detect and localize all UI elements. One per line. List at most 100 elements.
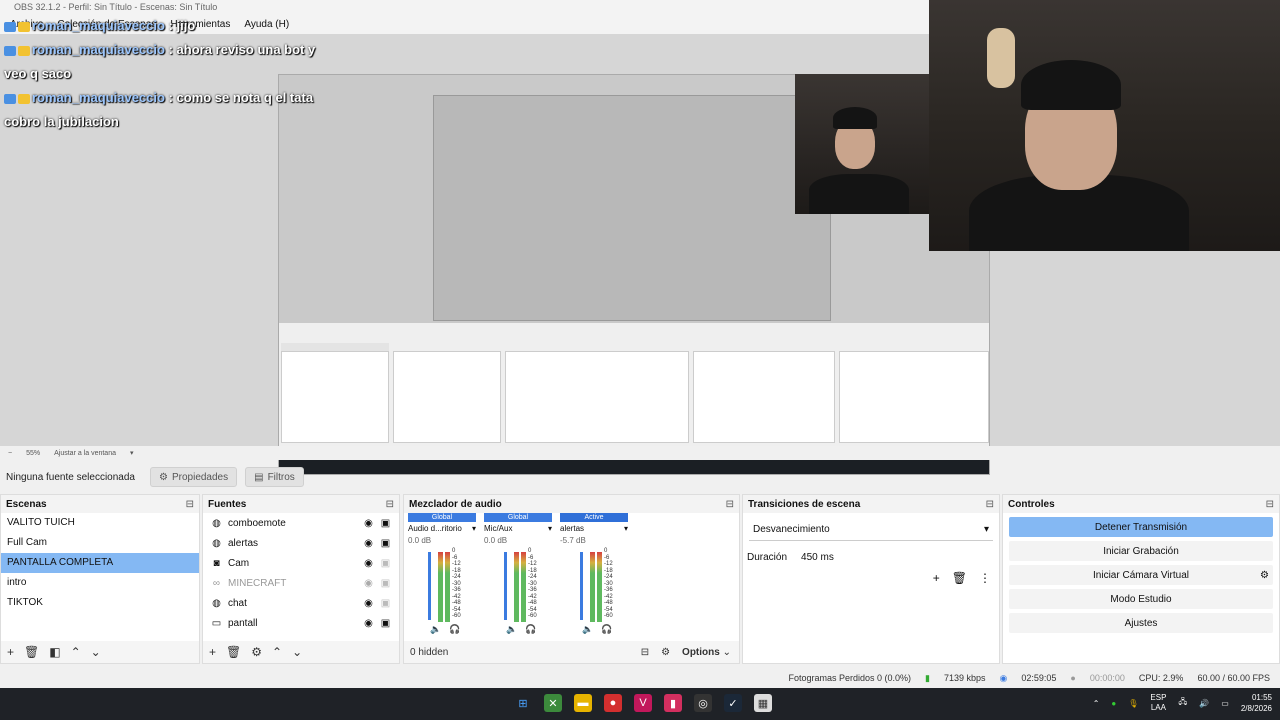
- zoom-minus[interactable]: −: [8, 450, 12, 457]
- start-recording-button[interactable]: Iniciar Grabación: [1009, 541, 1273, 561]
- add-icon[interactable]: +: [209, 645, 216, 659]
- down-icon[interactable]: ⌄: [91, 645, 101, 659]
- eye-icon[interactable]: ◉: [363, 558, 374, 569]
- stop-stream-button[interactable]: Detener Transmisión: [1009, 517, 1273, 537]
- chevron-down-icon[interactable]: ▾: [548, 522, 552, 536]
- zoom-fit[interactable]: Ajustar a la ventana: [54, 450, 116, 457]
- delete-icon[interactable]: 🗑: [952, 571, 967, 585]
- speaker-icon[interactable]: 🔈: [430, 624, 441, 638]
- mic-icon[interactable]: 🎙: [1128, 699, 1138, 708]
- scene-item[interactable]: VALITO TUICH: [1, 513, 199, 533]
- dock-menu-icon[interactable]: ⊟: [986, 499, 994, 510]
- headphones-icon[interactable]: 🎧: [601, 624, 612, 638]
- chevron-down-icon[interactable]: ▾: [472, 522, 476, 536]
- zoom-level[interactable]: 55%: [26, 450, 40, 457]
- source-item[interactable]: ◍ alertas ◉ ▣: [203, 533, 399, 553]
- network-icon[interactable]: 🖧: [1178, 696, 1187, 710]
- unlock-icon[interactable]: ▣: [380, 558, 391, 569]
- filters-button[interactable]: ▤ Filtros: [245, 467, 304, 487]
- layout-icon[interactable]: ⊟: [641, 647, 649, 658]
- source-item[interactable]: ∞ MINECRAFT ◉ ▣: [203, 573, 399, 593]
- volume-slider[interactable]: [580, 552, 583, 620]
- settings-button[interactable]: Ajustes: [1009, 613, 1273, 633]
- settings-icon[interactable]: ⚙: [661, 647, 670, 658]
- studio-mode-button[interactable]: Modo Estudio: [1009, 589, 1273, 609]
- speaker-icon[interactable]: 🔈: [582, 624, 593, 638]
- eye-off-icon[interactable]: ◉: [363, 578, 374, 589]
- battery-icon[interactable]: ▭: [1221, 699, 1229, 708]
- calendar-icon[interactable]: ▦: [754, 694, 772, 712]
- volume-icon[interactable]: 🔊: [1199, 699, 1209, 708]
- source-item[interactable]: ▭ pantall ◉ ▣: [203, 613, 399, 633]
- eye-icon[interactable]: ◉: [363, 518, 374, 529]
- stream-time: 02:59:05: [1021, 673, 1057, 683]
- scene-item[interactable]: intro: [1, 573, 199, 593]
- hidden-count[interactable]: 0 hidden: [410, 647, 448, 658]
- cpu-usage: CPU: 2.9%: [1138, 673, 1184, 683]
- more-icon[interactable]: ⋮: [979, 571, 991, 585]
- eye-icon[interactable]: ◉: [363, 598, 374, 609]
- app-red-icon[interactable]: V: [634, 694, 652, 712]
- obs-red-icon[interactable]: ●: [604, 694, 622, 712]
- volume-slider[interactable]: [428, 552, 431, 620]
- options-button[interactable]: Options ⌄: [682, 647, 731, 658]
- gear-icon[interactable]: ⚙: [1260, 570, 1269, 581]
- up-icon[interactable]: ⌃: [272, 645, 282, 659]
- channel-db: 0.0 dB: [484, 536, 508, 545]
- meter-scale-label: -60: [604, 613, 613, 619]
- language-indicator[interactable]: ESP LAA: [1150, 693, 1166, 713]
- channel-name[interactable]: alertas: [560, 522, 584, 536]
- dock-menu-icon[interactable]: ⊟: [386, 499, 394, 510]
- down-icon[interactable]: ⌄: [292, 645, 302, 659]
- windows-start-icon[interactable]: ⊞: [514, 694, 532, 712]
- filter-icon[interactable]: ◧: [49, 645, 60, 659]
- chevron-down-icon[interactable]: ▾: [130, 449, 134, 457]
- chevron-down-icon[interactable]: ▾: [624, 522, 628, 536]
- source-item[interactable]: ◍ comboemote ◉ ▣: [203, 513, 399, 533]
- virtual-cam-button[interactable]: Iniciar Cámara Virtual ⚙: [1009, 565, 1273, 585]
- app-pink-icon[interactable]: ▮: [664, 694, 682, 712]
- unlock-icon[interactable]: ▣: [380, 578, 391, 589]
- source-name: MINECRAFT: [228, 577, 287, 589]
- channel-name[interactable]: Audio d...ritorio: [408, 522, 462, 536]
- headphones-icon[interactable]: 🎧: [525, 624, 536, 638]
- source-item[interactable]: ◍ chat ◉ ▣: [203, 593, 399, 613]
- nested-panel: [693, 351, 835, 443]
- source-item[interactable]: ◙ Cam ◉ ▣: [203, 553, 399, 573]
- transition-select[interactable]: Desvanecimiento ▾: [749, 519, 993, 541]
- lock-icon[interactable]: ▣: [380, 538, 391, 549]
- duration-input[interactable]: 450 ms: [801, 552, 834, 563]
- scene-item[interactable]: TIKTOK: [1, 593, 199, 613]
- up-icon[interactable]: ⌃: [71, 645, 81, 659]
- folder-icon[interactable]: ▬: [574, 694, 592, 712]
- clock[interactable]: 01:55 2/8/2026: [1241, 692, 1272, 714]
- channel-name[interactable]: Mic/Aux: [484, 522, 512, 536]
- lock-icon[interactable]: ▣: [380, 618, 391, 629]
- dock-menu-icon[interactable]: ⊟: [186, 499, 194, 510]
- add-icon[interactable]: +: [933, 571, 940, 585]
- eye-icon[interactable]: ◉: [363, 618, 374, 629]
- scene-item[interactable]: PANTALLA COMPLETA: [1, 553, 199, 573]
- add-icon[interactable]: +: [7, 645, 14, 659]
- gear-icon[interactable]: ⚙: [251, 645, 262, 659]
- speaker-icon[interactable]: 🔈: [506, 624, 517, 638]
- transition-toolbar: + 🗑 ⋮: [743, 567, 999, 589]
- delete-icon[interactable]: 🗑: [24, 645, 39, 659]
- dock-menu-icon[interactable]: ⊟: [726, 499, 734, 510]
- steam-icon[interactable]: ✓: [724, 694, 742, 712]
- meter-scale-label: -48: [528, 600, 537, 606]
- unlock-icon[interactable]: ▣: [380, 598, 391, 609]
- scene-item[interactable]: Full Cam: [1, 533, 199, 553]
- xbox-icon[interactable]: ✕: [544, 694, 562, 712]
- controls-dock: Controles ⊟ Detener Transmisión Iniciar G…: [1002, 494, 1280, 664]
- volume-slider[interactable]: [504, 552, 507, 620]
- headphones-icon[interactable]: 🎧: [449, 624, 460, 638]
- properties-button[interactable]: ⚙ Propiedades: [150, 467, 238, 487]
- lock-icon[interactable]: ▣: [380, 518, 391, 529]
- globe-icon: ◍: [212, 597, 221, 609]
- obs-icon[interactable]: ◎: [694, 694, 712, 712]
- dock-menu-icon[interactable]: ⊟: [1266, 499, 1274, 510]
- delete-icon[interactable]: 🗑: [226, 645, 241, 659]
- eye-icon[interactable]: ◉: [363, 538, 374, 549]
- chevron-up-icon[interactable]: ⌃: [1093, 699, 1100, 708]
